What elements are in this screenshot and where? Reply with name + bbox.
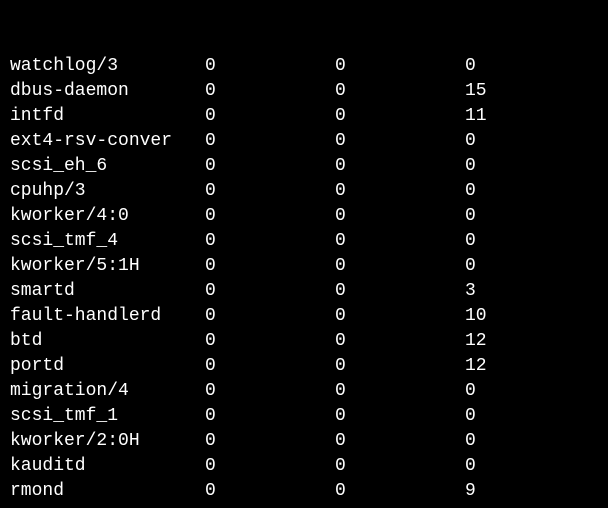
- value-col-1: 0: [205, 429, 335, 454]
- value-col-3: 10: [465, 304, 595, 329]
- value-col-2: 0: [335, 179, 465, 204]
- value-col-2: 0: [335, 479, 465, 504]
- process-name: dbus-daemon: [10, 79, 205, 104]
- value-col-1: 0: [205, 179, 335, 204]
- process-name: scsi_eh_6: [10, 154, 205, 179]
- table-row: fault-handlerd0010: [10, 304, 598, 329]
- value-col-1: 0: [205, 354, 335, 379]
- table-row: kworker/5:1H000: [10, 254, 598, 279]
- process-name: cpuhp/3: [10, 179, 205, 204]
- value-col-1: 0: [205, 329, 335, 354]
- value-col-1: 0: [205, 404, 335, 429]
- table-row: cpuhp/3000: [10, 179, 598, 204]
- value-col-1: 0: [205, 104, 335, 129]
- value-col-3: 0: [465, 179, 595, 204]
- process-name: kworker/4:0: [10, 204, 205, 229]
- value-col-3: 3: [465, 279, 595, 304]
- value-col-1: 0: [205, 504, 335, 508]
- table-row: certmgr0013: [10, 504, 598, 508]
- table-row: kauditd000: [10, 454, 598, 479]
- process-name: watchlog/3: [10, 54, 205, 79]
- process-name: certmgr: [10, 504, 205, 508]
- value-col-1: 0: [205, 379, 335, 404]
- value-col-2: 0: [335, 354, 465, 379]
- value-col-2: 0: [335, 504, 465, 508]
- process-table: watchlog/3000dbus-daemon0015intfd0011ext…: [10, 54, 598, 508]
- value-col-3: 0: [465, 54, 595, 79]
- value-col-3: 0: [465, 254, 595, 279]
- value-col-1: 0: [205, 279, 335, 304]
- value-col-3: 0: [465, 129, 595, 154]
- process-name: kauditd: [10, 454, 205, 479]
- table-row: scsi_eh_6000: [10, 154, 598, 179]
- table-row: kworker/4:0000: [10, 204, 598, 229]
- value-col-1: 0: [205, 229, 335, 254]
- value-col-2: 0: [335, 379, 465, 404]
- process-name: intfd: [10, 104, 205, 129]
- process-name: fault-handlerd: [10, 304, 205, 329]
- value-col-1: 0: [205, 204, 335, 229]
- value-col-3: 12: [465, 329, 595, 354]
- table-row: rmond009: [10, 479, 598, 504]
- value-col-2: 0: [335, 454, 465, 479]
- process-name: ext4-rsv-conver: [10, 129, 205, 154]
- value-col-1: 0: [205, 454, 335, 479]
- terminal-output: watchlog/3000dbus-daemon0015intfd0011ext…: [0, 0, 608, 508]
- process-name: scsi_tmf_1: [10, 404, 205, 429]
- value-col-2: 0: [335, 304, 465, 329]
- value-col-3: 0: [465, 454, 595, 479]
- value-col-3: 0: [465, 379, 595, 404]
- value-col-3: 13: [465, 504, 595, 508]
- value-col-2: 0: [335, 329, 465, 354]
- value-col-2: 0: [335, 104, 465, 129]
- process-name: kworker/5:1H: [10, 254, 205, 279]
- table-row: scsi_tmf_4000: [10, 229, 598, 254]
- process-name: kworker/2:0H: [10, 429, 205, 454]
- value-col-1: 0: [205, 79, 335, 104]
- table-row: intfd0011: [10, 104, 598, 129]
- value-col-2: 0: [335, 429, 465, 454]
- table-row: ext4-rsv-conver000: [10, 129, 598, 154]
- value-col-1: 0: [205, 129, 335, 154]
- value-col-3: 11: [465, 104, 595, 129]
- process-name: rmond: [10, 479, 205, 504]
- value-col-3: 0: [465, 404, 595, 429]
- table-row: portd0012: [10, 354, 598, 379]
- table-row: btd0012: [10, 329, 598, 354]
- value-col-1: 0: [205, 304, 335, 329]
- value-col-2: 0: [335, 54, 465, 79]
- process-name: btd: [10, 329, 205, 354]
- process-name: migration/4: [10, 379, 205, 404]
- process-name: smartd: [10, 279, 205, 304]
- table-row: migration/4000: [10, 379, 598, 404]
- table-row: smartd003: [10, 279, 598, 304]
- value-col-3: 0: [465, 429, 595, 454]
- value-col-2: 0: [335, 229, 465, 254]
- value-col-3: 15: [465, 79, 595, 104]
- value-col-1: 0: [205, 154, 335, 179]
- value-col-1: 0: [205, 479, 335, 504]
- value-col-2: 0: [335, 204, 465, 229]
- value-col-2: 0: [335, 79, 465, 104]
- value-col-2: 0: [335, 254, 465, 279]
- value-col-1: 0: [205, 54, 335, 79]
- value-col-3: 0: [465, 229, 595, 254]
- value-col-2: 0: [335, 404, 465, 429]
- value-col-1: 0: [205, 254, 335, 279]
- process-name: scsi_tmf_4: [10, 229, 205, 254]
- process-name: portd: [10, 354, 205, 379]
- value-col-2: 0: [335, 129, 465, 154]
- value-col-3: 9: [465, 479, 595, 504]
- table-row: dbus-daemon0015: [10, 79, 598, 104]
- value-col-3: 0: [465, 204, 595, 229]
- value-col-2: 0: [335, 279, 465, 304]
- value-col-3: 0: [465, 154, 595, 179]
- table-row: kworker/2:0H000: [10, 429, 598, 454]
- value-col-2: 0: [335, 154, 465, 179]
- value-col-3: 12: [465, 354, 595, 379]
- table-row: scsi_tmf_1000: [10, 404, 598, 429]
- table-row: watchlog/3000: [10, 54, 598, 79]
